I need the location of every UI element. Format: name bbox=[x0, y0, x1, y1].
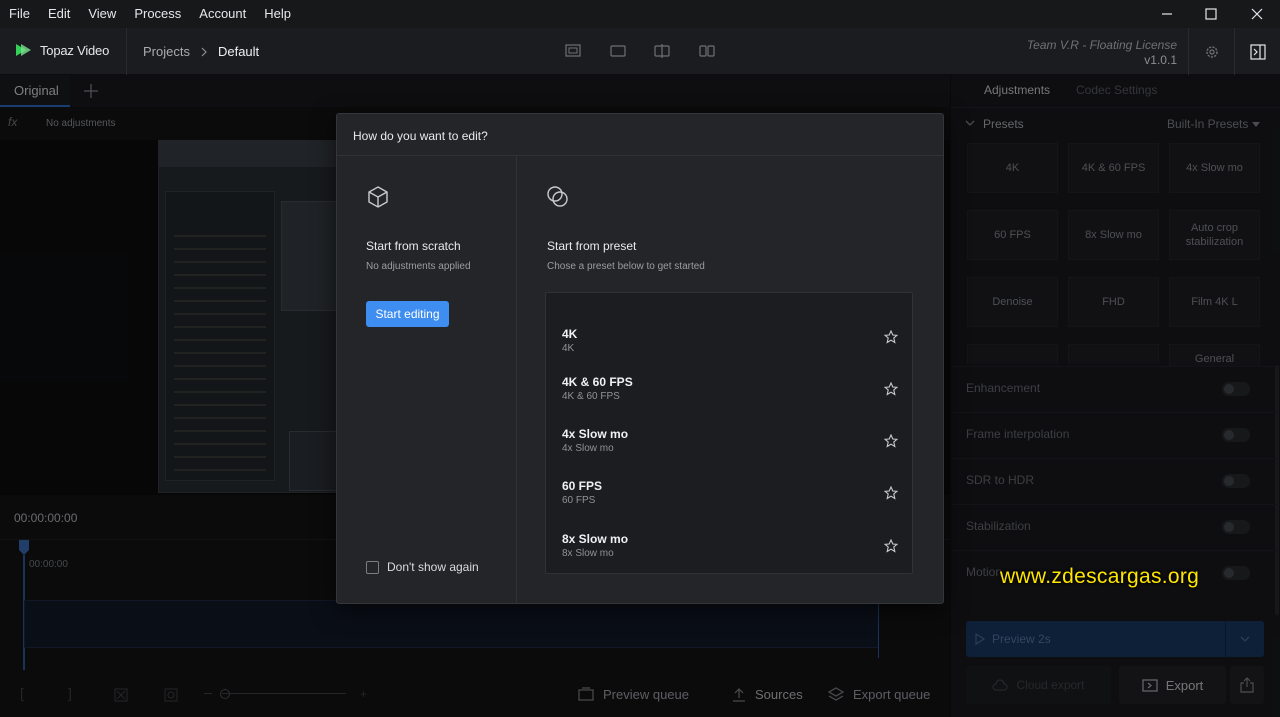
menu-edit[interactable]: Edit bbox=[39, 0, 79, 28]
preset-desc: 4x Slow mo bbox=[562, 443, 614, 454]
preset-name: 8x Slow mo bbox=[562, 532, 629, 546]
menu-view[interactable]: View bbox=[79, 0, 125, 28]
dont-show-again[interactable]: Don't show again bbox=[366, 560, 479, 574]
star-icon[interactable] bbox=[884, 434, 898, 448]
side-by-side-icon[interactable] bbox=[699, 44, 717, 58]
dialog-title: How do you want to edit? bbox=[353, 129, 488, 143]
star-icon[interactable] bbox=[884, 330, 898, 344]
maximize-icon[interactable] bbox=[1188, 0, 1234, 28]
list-item[interactable]: 4K 4K bbox=[546, 327, 912, 379]
preset-desc: 4K & 60 FPS bbox=[562, 391, 620, 402]
list-item[interactable]: 60 FPS 60 FPS bbox=[546, 479, 912, 531]
app-name: Topaz Video bbox=[40, 42, 110, 58]
scratch-title: Start from scratch bbox=[366, 239, 461, 253]
topaz-logo-icon bbox=[16, 44, 31, 56]
close-icon[interactable] bbox=[1234, 0, 1280, 28]
watermark: www.zdescargas.org bbox=[1000, 565, 1200, 588]
app-logo[interactable]: Topaz Video bbox=[14, 42, 109, 58]
preset-name: 4K bbox=[562, 327, 578, 341]
star-icon[interactable] bbox=[884, 486, 898, 500]
overlap-circles-icon bbox=[547, 186, 568, 207]
column-divider bbox=[516, 156, 517, 604]
single-view-icon[interactable] bbox=[565, 44, 583, 58]
dont-show-checkbox[interactable] bbox=[366, 560, 379, 574]
preset-name: 4x Slow mo bbox=[562, 427, 629, 441]
preset-title: Start from preset bbox=[547, 239, 637, 253]
preset-subtitle: Chose a preset below to get started bbox=[547, 261, 705, 272]
license-info: Team V.R - Floating License v1.0.1 bbox=[1027, 38, 1177, 68]
preset-name: 60 FPS bbox=[562, 479, 603, 493]
menu-bar: File Edit View Process Account Help bbox=[0, 0, 1280, 28]
scratch-subtitle: No adjustments applied bbox=[366, 261, 471, 272]
preset-list: 4K 4K 4K & 60 FPS 4K & 60 FPS 4x Slow mo… bbox=[545, 292, 913, 574]
preset-desc: 8x Slow mo bbox=[562, 548, 614, 559]
toggle-panel-button[interactable] bbox=[1234, 28, 1280, 75]
preset-name: 4K & 60 FPS bbox=[562, 375, 633, 389]
dialog-divider bbox=[337, 155, 943, 156]
start-editing-button[interactable]: Start editing bbox=[366, 301, 449, 327]
list-item[interactable]: 4x Slow mo 4x Slow mo bbox=[546, 427, 912, 479]
split-view-icon[interactable] bbox=[654, 44, 672, 58]
menu-process[interactable]: Process bbox=[125, 0, 190, 28]
gear-icon bbox=[1205, 45, 1218, 58]
cube-icon bbox=[368, 186, 388, 208]
preset-desc: 60 FPS bbox=[562, 495, 596, 506]
star-icon[interactable] bbox=[884, 382, 898, 396]
breadcrumb: Projects Default bbox=[126, 28, 259, 75]
license-label: Team V.R - Floating License bbox=[1026, 38, 1177, 52]
minimize-icon[interactable] bbox=[1144, 0, 1190, 28]
dont-show-label: Don't show again bbox=[387, 560, 479, 574]
chevron-right-icon bbox=[201, 47, 207, 56]
preset-desc: 4K bbox=[562, 343, 575, 354]
breadcrumb-projects[interactable]: Projects bbox=[143, 44, 190, 59]
list-item[interactable]: 8x Slow mo 8x Slow mo bbox=[546, 532, 912, 572]
list-item[interactable]: 4K & 60 FPS 4K & 60 FPS bbox=[546, 375, 912, 427]
panel-right-icon bbox=[1249, 43, 1266, 60]
edit-mode-dialog: How do you want to edit? Start from scra… bbox=[336, 113, 944, 604]
app-header: Topaz Video Projects Default Team V.R - … bbox=[0, 28, 1280, 75]
breadcrumb-default[interactable]: Default bbox=[218, 44, 259, 59]
menu-account[interactable]: Account bbox=[190, 0, 255, 28]
version-label: v1.0.1 bbox=[1144, 53, 1177, 67]
full-view-icon[interactable] bbox=[610, 44, 628, 58]
menu-file[interactable]: File bbox=[0, 0, 39, 28]
settings-button[interactable] bbox=[1188, 28, 1234, 75]
menu-help[interactable]: Help bbox=[255, 0, 300, 28]
star-icon[interactable] bbox=[884, 539, 898, 553]
